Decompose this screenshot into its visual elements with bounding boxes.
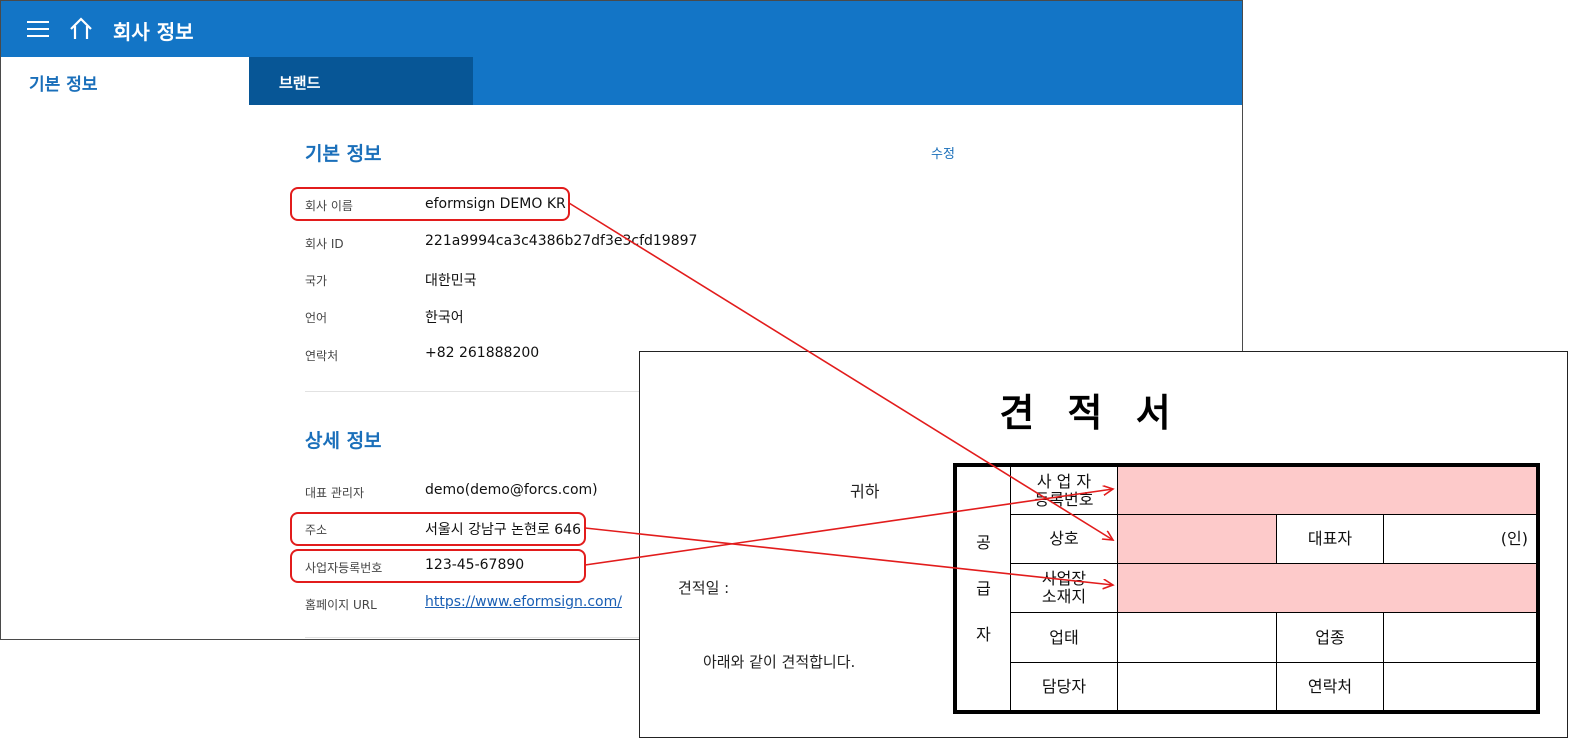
business-item-field[interactable] bbox=[1384, 613, 1536, 663]
contact-doc-label: 연락처 bbox=[1277, 663, 1384, 710]
admin-label: 대표 관리자 bbox=[305, 486, 365, 500]
homepage-label: 홈페이지 URL bbox=[305, 598, 377, 612]
contact-label: 연락처 bbox=[305, 349, 339, 363]
highlight-address bbox=[290, 512, 586, 546]
contact-field[interactable] bbox=[1384, 663, 1536, 710]
company-id-value: 221a9994ca3c4386b27df3e3cfd19897 bbox=[425, 233, 698, 249]
tab-basic-info-label: 기본 정보 bbox=[29, 75, 98, 95]
edit-button[interactable]: 수정 bbox=[931, 143, 955, 162]
highlight-business-reg bbox=[290, 549, 586, 583]
basic-info-title: 기본 정보 bbox=[305, 143, 382, 165]
manager-label: 담당자 bbox=[1011, 663, 1118, 710]
tab-basic-info[interactable]: 기본 정보 bbox=[1, 57, 249, 105]
business-item-label: 업종 bbox=[1277, 613, 1384, 663]
language-value: 한국어 bbox=[425, 310, 464, 326]
side-label-geup: 급 bbox=[976, 578, 991, 598]
homepage-link[interactable]: https://www.eformsign.com/ bbox=[425, 594, 622, 610]
ceo-label: 대표자 bbox=[1277, 515, 1384, 564]
reg-no-field[interactable] bbox=[1118, 467, 1536, 515]
address-field[interactable] bbox=[1118, 564, 1536, 613]
home-icon[interactable] bbox=[67, 15, 95, 43]
language-label: 언어 bbox=[305, 311, 328, 325]
ceo-field[interactable]: (인) bbox=[1384, 515, 1536, 564]
highlight-company-name bbox=[290, 187, 570, 221]
tab-brand-label: 브랜드 bbox=[279, 74, 321, 92]
quote-title: 견 적 서 bbox=[999, 391, 1181, 435]
reg-no-label: 사 업 자 등록번호 bbox=[1011, 467, 1118, 515]
admin-value: demo(demo@forcs.com) bbox=[425, 482, 598, 498]
company-id-label: 회사 ID bbox=[305, 237, 344, 251]
quote-document: 견 적 서 귀하 견적일 : 아래와 같이 견적합니다. 공 급 자 사 업 자… bbox=[639, 351, 1568, 738]
homepage-value: https://www.eformsign.com/ bbox=[425, 594, 622, 610]
detail-info-title: 상세 정보 bbox=[305, 430, 382, 452]
tab-brand[interactable]: 브랜드 bbox=[249, 57, 473, 105]
address-doc-label: 사업장 소재지 bbox=[1011, 564, 1118, 613]
quote-statement: 아래와 같이 견적합니다. bbox=[703, 653, 856, 671]
company-label: 상호 bbox=[1011, 515, 1118, 564]
recipient-label: 귀하 bbox=[850, 482, 880, 501]
contact-value: +82 261888200 bbox=[425, 345, 540, 361]
country-label: 국가 bbox=[305, 274, 328, 288]
supplier-side-label: 공 급 자 bbox=[957, 467, 1011, 710]
side-label-gong: 공 bbox=[976, 532, 991, 552]
company-field[interactable] bbox=[1118, 515, 1277, 564]
manager-field[interactable] bbox=[1118, 663, 1277, 710]
country-value: 대한민국 bbox=[425, 273, 477, 289]
seal-label: (인) bbox=[1500, 529, 1528, 548]
business-type-label: 업태 bbox=[1011, 613, 1118, 663]
top-bar: 회사 정보 bbox=[1, 1, 1242, 57]
page-title: 회사 정보 bbox=[113, 20, 194, 44]
tab-bar: 기본 정보 브랜드 bbox=[1, 57, 1242, 105]
supplier-table: 공 급 자 사 업 자 등록번호 상호 대표자 (인) 사업장 소재지 업태 업… bbox=[953, 463, 1540, 714]
side-label-ja: 자 bbox=[976, 624, 991, 644]
business-type-field[interactable] bbox=[1118, 613, 1277, 663]
quote-date-label: 견적일 : bbox=[678, 579, 730, 597]
menu-icon[interactable] bbox=[27, 18, 49, 38]
